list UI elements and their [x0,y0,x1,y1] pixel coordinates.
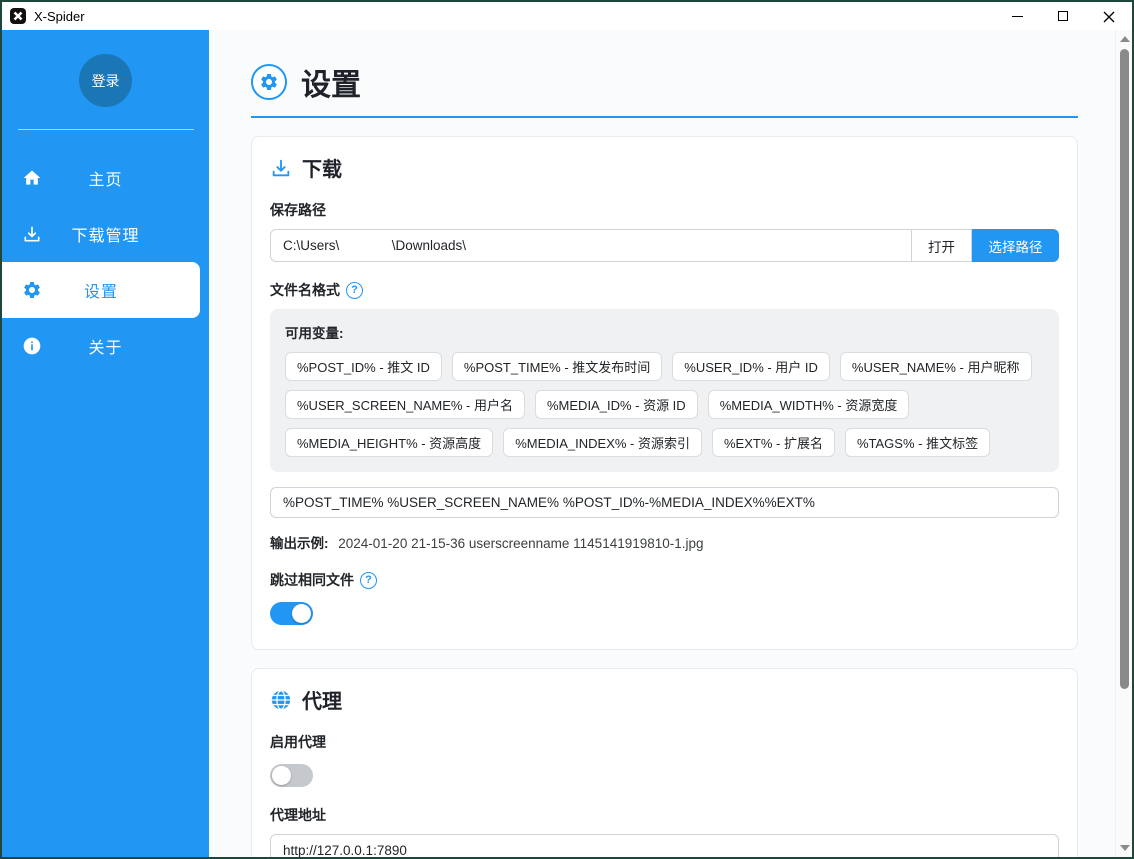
variable-chips: %POST_ID% - 推文 ID %POST_TIME% - 推文发布时间 %… [285,352,1044,457]
download-icon [21,223,43,245]
variable-chip[interactable]: %MEDIA_HEIGHT% - 资源高度 [285,428,493,457]
skip-same-label: 跳过相同文件 [270,570,354,590]
home-icon [21,167,43,189]
variable-chip[interactable]: %MEDIA_ID% - 资源 ID [535,390,698,419]
filename-format-label: 文件名格式 [270,280,340,300]
save-path-group: 打开 选择路径 [270,229,1059,262]
choose-path-button[interactable]: 选择路径 [972,229,1059,262]
main-content: 设置 下载 保存路径 打开 选择路径 文件名格式 ? 可用变量: [209,30,1132,857]
variable-chip[interactable]: %POST_TIME% - 推文发布时间 [452,352,662,381]
save-path-label: 保存路径 [270,200,1059,220]
sidebar-menu: 主页 下载管理 设置 关于 [2,150,209,374]
variable-chip[interactable]: %EXT% - 扩展名 [712,428,835,457]
variables-title: 可用变量: [285,322,1044,342]
maximize-button[interactable] [1040,2,1086,30]
proxy-address-input[interactable] [270,834,1059,857]
skip-same-toggle[interactable] [270,602,313,625]
scrollbar-thumb[interactable] [1120,49,1129,689]
filename-format-input[interactable] [270,487,1059,518]
variable-chip[interactable]: %USER_NAME% - 用户昵称 [840,352,1032,381]
proxy-address-label: 代理地址 [270,805,1059,825]
close-icon [1103,10,1115,22]
proxy-section-title: 代理 [302,685,342,714]
enable-proxy-label: 启用代理 [270,732,1059,752]
output-example: 输出示例: 2024-01-20 21-15-36 userscreenname… [270,532,1059,552]
header-divider [251,116,1078,118]
open-path-button[interactable]: 打开 [912,229,972,262]
variable-chip[interactable]: %USER_ID% - 用户 ID [672,352,830,381]
download-settings-card: 下载 保存路径 打开 选择路径 文件名格式 ? 可用变量: %POST_ID% … [251,136,1078,650]
variable-chip[interactable]: %MEDIA_WIDTH% - 资源宽度 [708,390,910,419]
filename-format-help-icon[interactable]: ? [346,282,363,299]
app-logo-icon [10,8,26,24]
sidebar-item-settings[interactable]: 设置 [2,262,200,318]
toggle-knob [272,766,291,785]
variables-panel: 可用变量: %POST_ID% - 推文 ID %POST_TIME% - 推文… [270,309,1059,472]
save-path-input[interactable] [270,229,912,262]
sidebar: 登录 主页 下载管理 设 [2,30,209,857]
proxy-settings-card: 代理 启用代理 代理地址 [251,668,1078,857]
variable-chip[interactable]: %USER_SCREEN_NAME% - 用户名 [285,390,525,419]
gear-icon [21,279,43,301]
page-title: 设置 [301,60,361,104]
info-icon [21,335,43,357]
sidebar-item-download-manager[interactable]: 下载管理 [2,206,209,262]
enable-proxy-toggle[interactable] [270,764,313,787]
page-header: 设置 [251,60,1078,104]
titlebar: X-Spider [2,2,1132,30]
download-section-title: 下载 [302,153,342,182]
variable-chip[interactable]: %MEDIA_INDEX% - 资源索引 [503,428,702,457]
download-section-icon [270,157,292,179]
sidebar-item-about[interactable]: 关于 [2,318,209,374]
scroll-up-icon[interactable] [1120,36,1130,42]
toggle-knob [292,604,311,623]
app-window: X-Spider 登录 主页 [0,0,1134,859]
login-label: 登录 [92,71,120,91]
sidebar-item-home[interactable]: 主页 [2,150,209,206]
maximize-icon [1058,11,1068,21]
window-title: X-Spider [34,9,85,24]
login-button[interactable]: 登录 [79,54,132,107]
variable-chip[interactable]: %TAGS% - 推文标签 [845,428,990,457]
minimize-button[interactable] [994,2,1040,30]
minimize-icon [1012,16,1023,17]
output-example-value: 2024-01-20 21-15-36 userscreenname 11451… [338,536,703,551]
sidebar-divider [18,129,194,130]
vertical-scrollbar[interactable] [1115,30,1132,857]
settings-page-icon [251,64,287,100]
variable-chip[interactable]: %POST_ID% - 推文 ID [285,352,442,381]
close-button[interactable] [1086,2,1132,30]
scroll-down-icon[interactable] [1120,845,1130,851]
proxy-section-icon [270,689,292,711]
output-example-label: 输出示例: [270,536,329,551]
skip-same-help-icon[interactable]: ? [360,572,377,589]
